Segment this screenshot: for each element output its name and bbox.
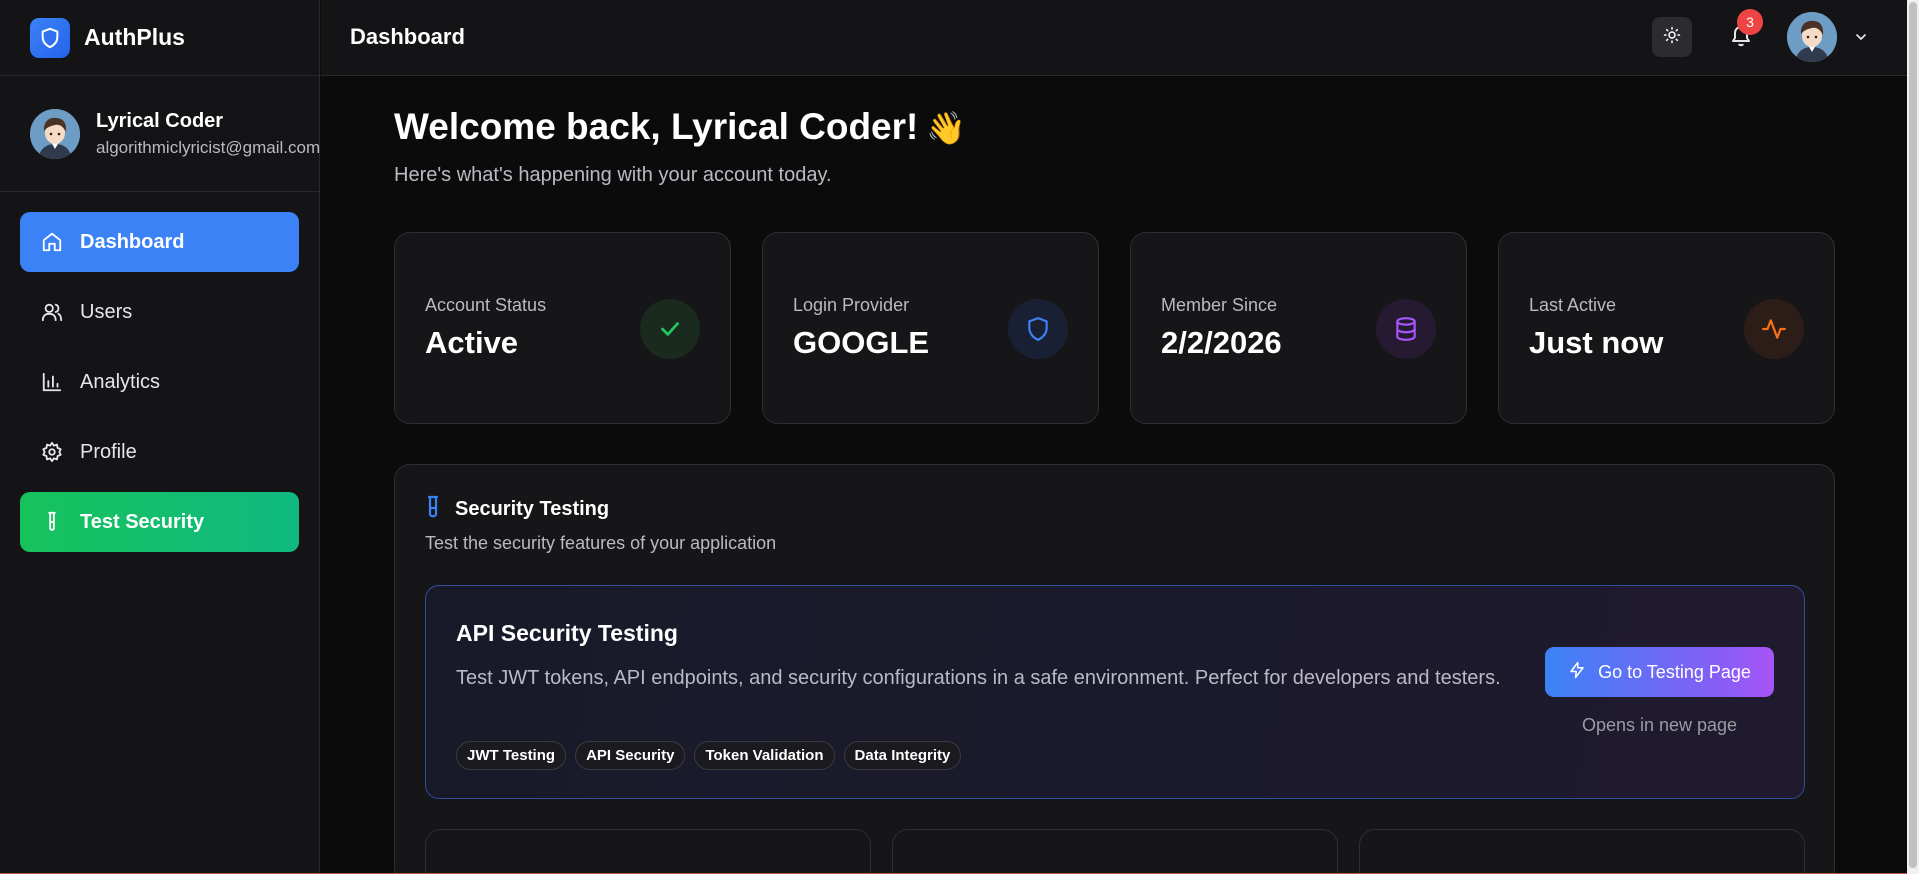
notification-badge: 3 [1737, 9, 1763, 35]
users-icon [40, 300, 64, 324]
button-label: Go to Testing Page [1598, 661, 1751, 682]
bar-chart-icon [40, 370, 64, 394]
stat-label: Login Provider [793, 295, 910, 315]
gear-icon [40, 440, 64, 464]
page-title: Dashboard [350, 24, 465, 49]
database-icon [1376, 299, 1436, 359]
welcome-heading: Welcome back, Lyrical Coder! 👋 [394, 106, 966, 148]
sidebar-item-dashboard[interactable]: Dashboard [20, 212, 299, 272]
sidebar-user-email: algorithmiclyricist@gmail.com [96, 137, 321, 157]
stat-label: Account Status [425, 295, 547, 315]
brand-name: AuthPlus [84, 24, 185, 50]
sidebar-item-test-security[interactable]: Test Security [20, 492, 299, 552]
sidebar-item-label: Users [80, 300, 133, 323]
stat-card-member-since: Member Since 2/2/2026 [1130, 232, 1467, 424]
api-card-description: Test JWT tokens, API endpoints, and secu… [456, 667, 1501, 689]
user-menu-avatar[interactable] [1787, 12, 1837, 62]
page-scrollbar[interactable] [1907, 0, 1919, 874]
opens-new-page-note: Opens in new page [1581, 715, 1738, 735]
lightning-icon [1568, 661, 1586, 684]
sidebar-item-label: Analytics [80, 370, 161, 393]
stats-row: Account Status Active Login Provider GOO… [394, 232, 1835, 424]
welcome-text: Welcome back, Lyrical Coder! [394, 106, 919, 147]
tag-chip: JWT Testing [456, 741, 567, 770]
stat-value: GOOGLE [793, 325, 930, 360]
security-testing-panel: Security Testing Test the security featu… [394, 464, 1835, 874]
tag-chip: Data Integrity [843, 741, 962, 770]
api-card-title: API Security Testing [456, 620, 678, 646]
home-icon [40, 230, 64, 254]
panel-subtitle: Test the security features of your appli… [425, 533, 777, 553]
waving-hand-icon: 👋 [926, 110, 967, 146]
stat-value: Just now [1529, 325, 1664, 360]
go-to-testing-page-button[interactable]: Go to Testing Page [1545, 647, 1774, 697]
stat-value: Active [425, 325, 519, 360]
panel-title: Security Testing [455, 498, 610, 520]
activity-icon [1744, 299, 1804, 359]
api-security-card: API Security Testing Test JWT tokens, AP… [425, 585, 1805, 799]
shield-logo-icon [30, 17, 70, 58]
tag-chip: Token Validation [694, 741, 835, 770]
theme-toggle-button[interactable] [1652, 17, 1692, 57]
tag-list: JWT Testing API Security Token Validatio… [456, 741, 970, 770]
stat-value: 2/2/2026 [1161, 325, 1282, 360]
chevron-down-icon[interactable] [1852, 28, 1870, 46]
stat-label: Member Since [1161, 295, 1278, 315]
additional-cards-row [425, 829, 1805, 874]
sidebar-item-label: Test Security [80, 510, 205, 533]
panel-header: Security Testing [425, 495, 609, 524]
scrollbar-thumb[interactable] [1909, 2, 1917, 868]
stat-label: Last Active [1529, 295, 1617, 315]
welcome-subtitle: Here's what's happening with your accoun… [394, 164, 832, 186]
feature-card [425, 829, 871, 874]
brand[interactable]: AuthPlus [0, 0, 319, 76]
sidebar-user-card: Lyrical Coder algorithmiclyricist@gmail.… [0, 76, 321, 192]
sidebar-item-analytics[interactable]: Analytics [20, 352, 299, 412]
feature-card [1359, 829, 1805, 874]
sidebar: AuthPlus Lyrical Coder algorithmiclyrici… [0, 0, 320, 874]
feature-card [892, 829, 1338, 874]
tag-chip: API Security [575, 741, 686, 770]
check-icon [640, 299, 700, 359]
sidebar-item-users[interactable]: Users [20, 282, 299, 342]
sidebar-user-name: Lyrical Coder [96, 109, 224, 132]
stat-card-last-active: Last Active Just now [1498, 232, 1835, 424]
sidebar-item-label: Dashboard [80, 230, 185, 253]
top-header: Dashboard 3 [321, 0, 1919, 76]
sidebar-item-profile[interactable]: Profile [20, 422, 299, 482]
sidebar-nav: Dashboard Users Analytics Profile Test S… [0, 192, 319, 552]
sun-icon [1663, 26, 1681, 49]
sidebar-item-label: Profile [80, 440, 137, 463]
avatar [30, 108, 80, 159]
stat-card-account-status: Account Status Active [394, 232, 731, 424]
test-tube-icon [425, 495, 441, 524]
stat-card-login-provider: Login Provider GOOGLE [762, 232, 1099, 424]
test-tube-icon [40, 510, 64, 534]
shield-icon [1008, 299, 1068, 359]
